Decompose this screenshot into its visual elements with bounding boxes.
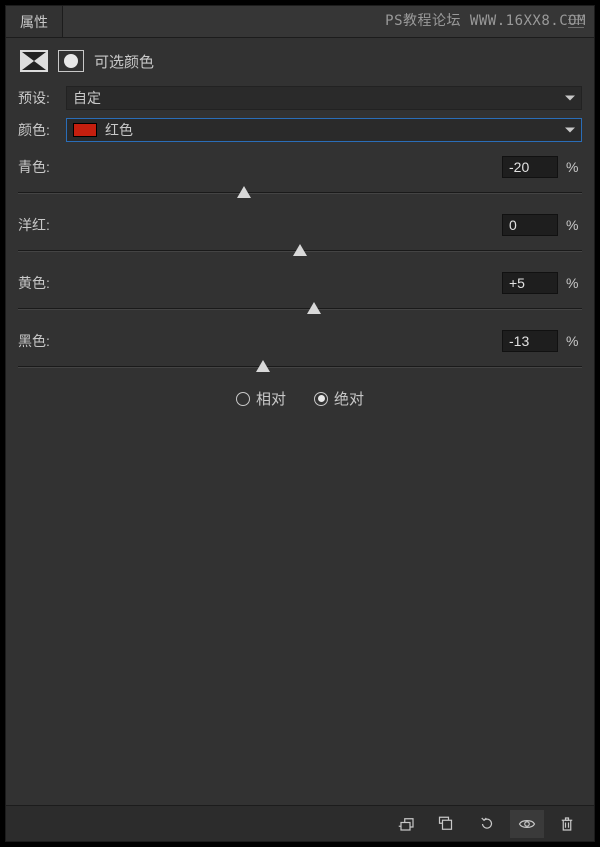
preset-dropdown[interactable]: 自定 <box>66 86 582 110</box>
form-area: 预设: 自定 颜色: 红色 <box>6 86 594 142</box>
method-radio[interactable]: 绝对 <box>314 388 364 409</box>
colors-value: 红色 <box>105 120 133 140</box>
slider-thumb[interactable] <box>293 244 307 256</box>
reset-button[interactable] <box>470 810 504 838</box>
slider-track[interactable] <box>18 298 582 322</box>
chevron-down-icon <box>565 96 575 101</box>
layer-mask-icon[interactable] <box>58 50 84 72</box>
properties-panel: PS教程论坛 WWW.16XX8.COM 属性 可选颜色 预设: 自定 颜色: … <box>5 5 595 842</box>
slider-row: 黑色:-13% <box>18 330 582 380</box>
color-swatch <box>73 123 97 137</box>
method-radio-group: 相对 绝对 <box>6 388 594 409</box>
slider-label: 黑色: <box>18 331 502 351</box>
adjustment-title: 可选颜色 <box>94 51 154 72</box>
radio-label: 相对 <box>256 388 286 409</box>
chevron-down-icon <box>565 128 575 133</box>
sliders-container: 青色:-20%洋红:0%黄色:+5%黑色:-13% <box>6 150 594 380</box>
slider-track[interactable] <box>18 356 582 380</box>
slider-thumb[interactable] <box>256 360 270 372</box>
slider-value-input[interactable]: -20 <box>502 156 558 178</box>
colors-row: 颜色: 红色 <box>18 118 582 142</box>
radio-label: 绝对 <box>334 388 364 409</box>
panel-footer <box>6 805 594 841</box>
slider-row: 青色:-20% <box>18 156 582 206</box>
radio-icon <box>236 392 250 406</box>
view-previous-state-button[interactable] <box>430 810 464 838</box>
slider-track[interactable] <box>18 240 582 264</box>
preset-row: 预设: 自定 <box>18 86 582 110</box>
slider-row: 黄色:+5% <box>18 272 582 322</box>
clip-to-layer-button[interactable] <box>390 810 424 838</box>
toggle-visibility-button[interactable] <box>510 810 544 838</box>
unit-label: % <box>566 333 582 349</box>
slider-value-input[interactable]: +5 <box>502 272 558 294</box>
slider-track[interactable] <box>18 182 582 206</box>
unit-label: % <box>566 275 582 291</box>
colors-label: 颜色: <box>18 120 60 140</box>
adjustment-type-row: 可选颜色 <box>6 38 594 86</box>
slider-value-input[interactable]: -13 <box>502 330 558 352</box>
selective-color-icon[interactable] <box>20 50 48 72</box>
colors-dropdown[interactable]: 红色 <box>66 118 582 142</box>
slider-value-input[interactable]: 0 <box>502 214 558 236</box>
unit-label: % <box>566 217 582 233</box>
tab-properties[interactable]: 属性 <box>6 6 63 37</box>
preset-value: 自定 <box>73 88 101 108</box>
preset-label: 预设: <box>18 88 60 108</box>
slider-label: 黄色: <box>18 273 502 293</box>
slider-thumb[interactable] <box>307 302 321 314</box>
slider-label: 青色: <box>18 157 502 177</box>
watermark-text: PS教程论坛 WWW.16XX8.COM <box>385 10 586 30</box>
slider-label: 洋红: <box>18 215 502 235</box>
unit-label: % <box>566 159 582 175</box>
radio-icon <box>314 392 328 406</box>
delete-button[interactable] <box>550 810 584 838</box>
method-radio[interactable]: 相对 <box>236 388 286 409</box>
slider-thumb[interactable] <box>237 186 251 198</box>
slider-row: 洋红:0% <box>18 214 582 264</box>
